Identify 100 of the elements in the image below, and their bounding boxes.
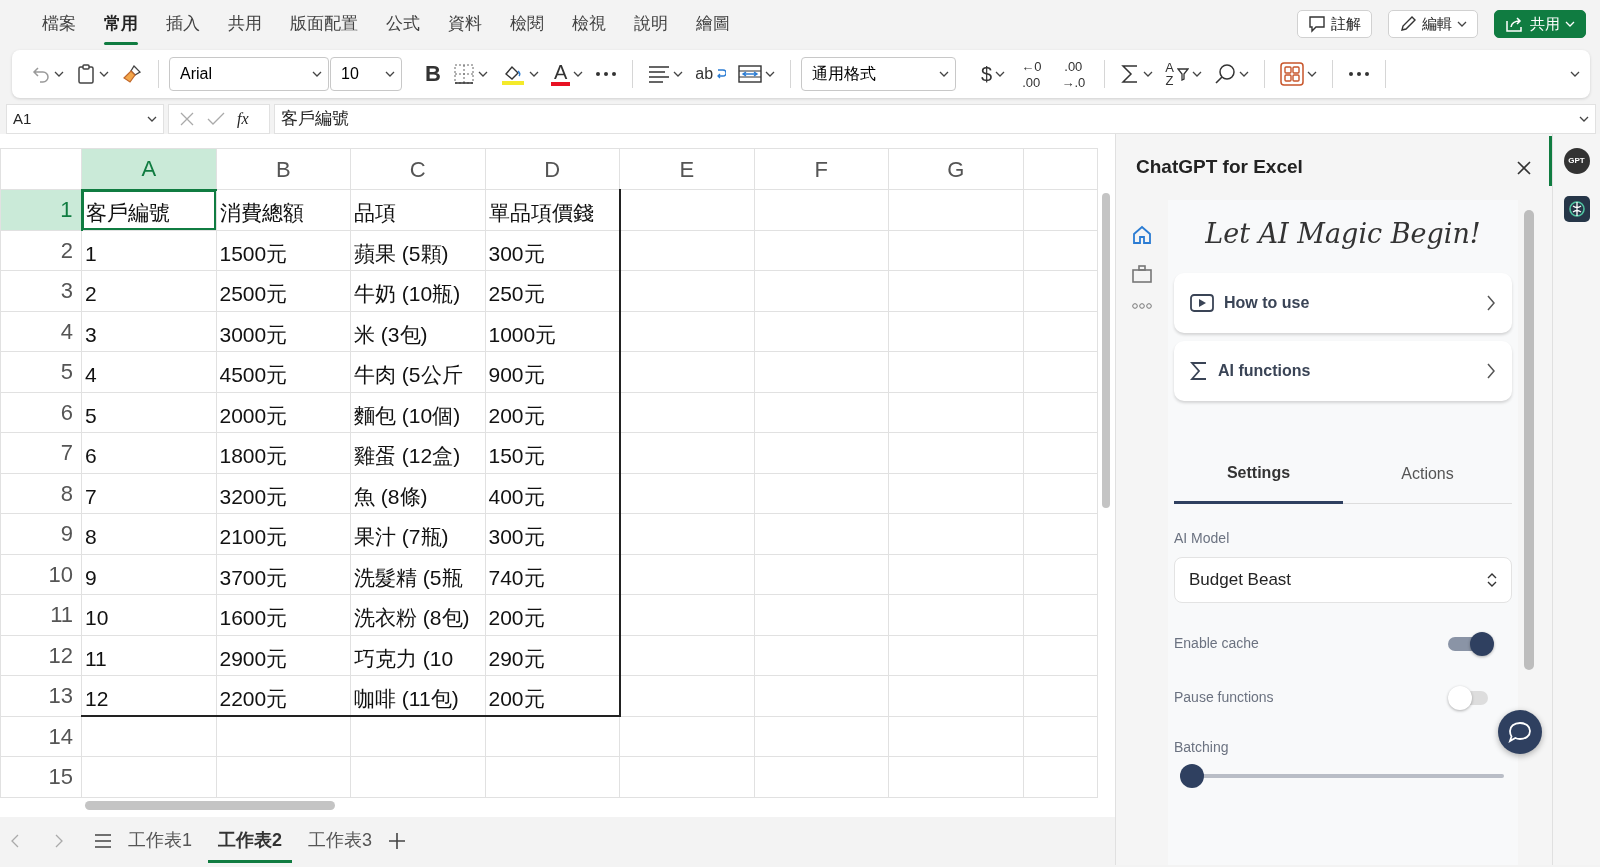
row-header[interactable]: 12	[0, 635, 82, 676]
row-header[interactable]: 8	[0, 473, 82, 514]
row-header[interactable]: 11	[0, 594, 82, 635]
menu-card[interactable]: How to use	[1174, 272, 1512, 333]
table-cell[interactable]: 10	[81, 594, 216, 635]
table-cell[interactable]: 3200元	[216, 473, 351, 514]
column-header[interactable]: G	[888, 148, 1023, 190]
menu-tab[interactable]: 常用	[90, 5, 152, 43]
menu-tab[interactable]: 共用	[214, 5, 276, 43]
table-cell[interactable]: 300元	[485, 513, 620, 554]
table-cell[interactable]: 6	[81, 432, 216, 473]
table-cell[interactable]: 5	[81, 392, 216, 433]
row-header[interactable]: 6	[0, 392, 82, 433]
menu-tab[interactable]: 檢視	[558, 5, 620, 43]
row-header[interactable]: 14	[0, 716, 82, 757]
table-cell[interactable]: 2100元	[216, 513, 351, 554]
toggle-switch[interactable]	[1448, 631, 1494, 656]
home-tab[interactable]	[1131, 224, 1153, 246]
row-header[interactable]: 15	[0, 756, 82, 797]
sheet-tab[interactable]: 工作表1	[118, 818, 202, 863]
table-cell[interactable]: 雞蛋 (12盒)	[350, 432, 485, 473]
column-header[interactable]: C	[350, 148, 485, 190]
table-cell[interactable]: 麵包 (10個)	[350, 392, 485, 433]
table-cell[interactable]: 洗髮精 (5瓶	[350, 554, 485, 595]
menu-tab[interactable]: 插入	[152, 5, 214, 43]
table-cell[interactable]: 品項	[350, 189, 485, 230]
table-cell[interactable]: 咖啡 (11包)	[350, 675, 485, 716]
vertical-scrollbar[interactable]	[1102, 193, 1110, 508]
panel-tab[interactable]: Actions	[1343, 452, 1512, 504]
row-header[interactable]: 9	[0, 513, 82, 554]
sort-filter-button[interactable]: A Z	[1160, 57, 1207, 91]
formula-field[interactable]: 客戶編號	[274, 104, 1596, 134]
table-cell[interactable]: 魚 (8條)	[350, 473, 485, 514]
column-header[interactable]: F	[754, 148, 889, 190]
table-cell[interactable]: 400元	[485, 473, 620, 514]
font-size-dropdown[interactable]: 10	[330, 57, 402, 91]
batching-slider[interactable]	[1180, 763, 1504, 788]
table-cell[interactable]: 300元	[485, 230, 620, 271]
table-cell[interactable]: 4	[81, 351, 216, 392]
row-header[interactable]: 1	[0, 189, 82, 230]
table-cell[interactable]: 290元	[485, 635, 620, 676]
insert-function-label[interactable]: fx	[237, 107, 249, 131]
row-header[interactable]: 4	[0, 311, 82, 352]
table-cell[interactable]: 8	[81, 513, 216, 554]
table-cell[interactable]: 3700元	[216, 554, 351, 595]
number-format-dropdown[interactable]: 通用格式	[801, 57, 957, 91]
table-cell[interactable]: 2900元	[216, 635, 351, 676]
table-cell[interactable]: 740元	[485, 554, 620, 595]
sheet-tab[interactable]: 工作表3	[298, 818, 383, 863]
font-name-dropdown[interactable]: Arial	[169, 57, 329, 91]
briefcase-tab[interactable]	[1131, 264, 1153, 284]
model-select[interactable]: Budget Beast	[1174, 556, 1512, 603]
table-cell[interactable]: 1000元	[485, 311, 620, 352]
table-cell[interactable]: 3	[81, 311, 216, 352]
share-button[interactable]: 共用	[1494, 10, 1586, 38]
table-cell[interactable]: 250元	[485, 270, 620, 311]
bold-button[interactable]: B	[420, 59, 446, 89]
table-cell[interactable]: 4500元	[216, 351, 351, 392]
row-header[interactable]: 13	[0, 675, 82, 716]
menu-card[interactable]: AI functions	[1174, 340, 1512, 401]
table-cell[interactable]: 200元	[485, 392, 620, 433]
table-cell[interactable]: 900元	[485, 351, 620, 392]
table-cell[interactable]: 2500元	[216, 270, 351, 311]
table-cell[interactable]: 9	[81, 554, 216, 595]
table-cell[interactable]: 1	[81, 230, 216, 271]
table-cell[interactable]: 200元	[485, 675, 620, 716]
row-header[interactable]: 10	[0, 554, 82, 595]
table-cell[interactable]: 蘋果 (5顆)	[350, 230, 485, 271]
row-header[interactable]: 3	[0, 270, 82, 311]
table-cell[interactable]: 1800元	[216, 432, 351, 473]
more-tab[interactable]	[1131, 302, 1153, 310]
table-cell[interactable]: 2200元	[216, 675, 351, 716]
table-cell[interactable]: 單品項價錢	[485, 189, 620, 230]
decrease-decimal-button[interactable]: .00 →.0	[1056, 55, 1091, 93]
table-cell[interactable]: 洗衣粉 (8包)	[350, 594, 485, 635]
table-cell[interactable]: 米 (3包)	[350, 311, 485, 352]
name-box[interactable]: A1	[6, 104, 164, 134]
column-header[interactable]: B	[216, 148, 351, 190]
table-cell[interactable]: 2000元	[216, 392, 351, 433]
table-cell[interactable]: 牛肉 (5公斤	[350, 351, 485, 392]
menu-tab[interactable]: 版面配置	[276, 5, 372, 43]
row-header[interactable]: 7	[0, 432, 82, 473]
table-cell[interactable]: 11	[81, 635, 216, 676]
table-cell[interactable]: 果汁 (7瓶)	[350, 513, 485, 554]
table-cell[interactable]: 150元	[485, 432, 620, 473]
row-header[interactable]: 5	[0, 351, 82, 392]
table-cell[interactable]: 2	[81, 270, 216, 311]
font-color-button[interactable]: A	[545, 58, 589, 90]
horizontal-scrollbar[interactable]	[85, 800, 335, 810]
menu-tab[interactable]: 檔案	[28, 5, 90, 43]
table-cell[interactable]: 消費總額	[216, 189, 351, 230]
table-cell[interactable]: 牛奶 (10瓶)	[350, 270, 485, 311]
edit-button[interactable]: 編輯	[1388, 10, 1478, 38]
menu-tab[interactable]: 檢閱	[496, 5, 558, 43]
menu-tab[interactable]: 資料	[434, 5, 496, 43]
active-cell[interactable]: 客戶編號	[81, 189, 216, 230]
panel-tab[interactable]: Settings	[1174, 452, 1343, 504]
currency-button[interactable]: $	[976, 60, 1011, 88]
menu-tab[interactable]: 繪圖	[682, 5, 744, 43]
column-header[interactable]: E	[619, 148, 754, 190]
